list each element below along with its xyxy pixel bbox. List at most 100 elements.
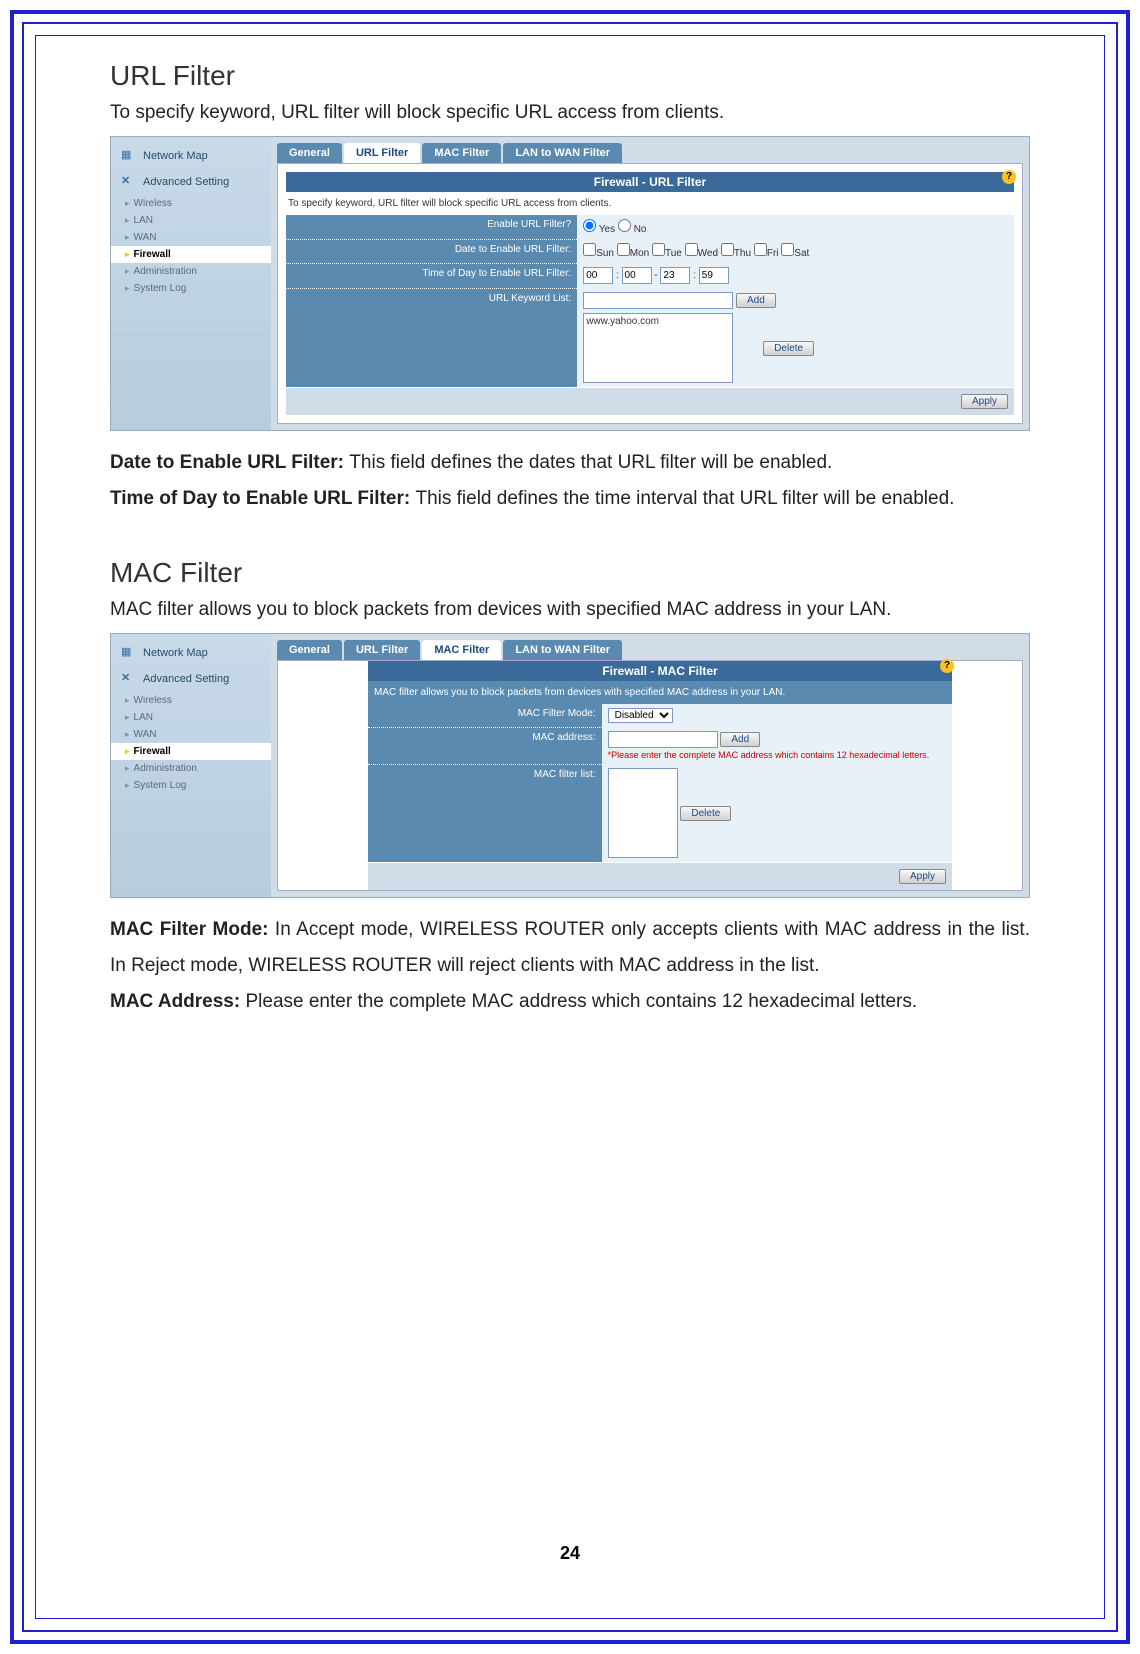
label-date: Date to Enable URL Filter: xyxy=(286,239,577,263)
apply-row: Apply xyxy=(368,863,952,890)
label-mode: MAC Filter Mode: xyxy=(368,704,602,727)
add-button[interactable]: Add xyxy=(736,293,776,308)
arrow-icon xyxy=(125,695,130,706)
url-filter-screenshot: Network Map Advanced Setting Wireless LA… xyxy=(110,136,1030,431)
def-mode: MAC Filter Mode: In Accept mode, WIRELES… xyxy=(110,912,1030,984)
sidebar-wan[interactable]: WAN xyxy=(111,726,271,743)
chk-tue[interactable] xyxy=(652,243,665,256)
page-number: 24 xyxy=(0,1543,1140,1564)
panel-desc: To specify keyword, URL filter will bloc… xyxy=(286,192,1014,215)
delete-button[interactable]: Delete xyxy=(763,341,814,356)
add-button[interactable]: Add xyxy=(720,732,760,747)
sidebar-firewall[interactable]: Firewall xyxy=(111,246,271,263)
sidebar-administration[interactable]: Administration xyxy=(111,263,271,280)
mac-filter-heading: MAC Filter xyxy=(110,557,1030,589)
nav-advanced[interactable]: Advanced Setting xyxy=(111,169,271,195)
main-panel: General URL Filter MAC Filter LAN to WAN… xyxy=(271,137,1029,430)
mode-select[interactable]: Disabled xyxy=(608,708,673,723)
keyword-list[interactable]: www.yahoo.com xyxy=(583,313,733,383)
field-date: Sun Mon Tue Wed Thu Fri Sat xyxy=(577,239,1014,263)
nav-network-map[interactable]: Network Map xyxy=(111,640,271,666)
form-table: MAC Filter Mode: Disabled MAC address: A… xyxy=(368,704,952,863)
url-filter-heading: URL Filter xyxy=(110,60,1030,92)
arrow-icon xyxy=(125,198,130,209)
sidebar-wireless[interactable]: Wireless xyxy=(111,195,271,212)
sidebar-lan[interactable]: LAN xyxy=(111,212,271,229)
panel-title: Firewall - MAC Filter ? xyxy=(368,661,952,681)
help-icon[interactable]: ? xyxy=(1002,170,1016,184)
label-addr: MAC address: xyxy=(368,727,602,764)
nav-network-map[interactable]: Network Map xyxy=(111,143,271,169)
arrow-icon xyxy=(125,283,130,294)
tab-mac-filter[interactable]: MAC Filter xyxy=(422,143,501,163)
time-m2[interactable] xyxy=(699,267,729,284)
advanced-icon xyxy=(121,174,137,190)
tab-url-filter[interactable]: URL Filter xyxy=(344,143,420,163)
tab-general[interactable]: General xyxy=(277,640,342,660)
apply-row: Apply xyxy=(286,388,1014,415)
nav-advanced[interactable]: Advanced Setting xyxy=(111,666,271,692)
radio-no[interactable] xyxy=(618,219,631,232)
label-enable: Enable URL Filter? xyxy=(286,215,577,239)
sidebar-lan[interactable]: LAN xyxy=(111,709,271,726)
label-time: Time of Day to Enable URL Filter: xyxy=(286,263,577,288)
delete-button[interactable]: Delete xyxy=(680,806,731,821)
sidebar-firewall[interactable]: Firewall xyxy=(111,743,271,760)
sidebar-wireless[interactable]: Wireless xyxy=(111,692,271,709)
tab-lan-wan[interactable]: LAN to WAN Filter xyxy=(503,143,622,163)
help-icon[interactable]: ? xyxy=(940,659,954,673)
chk-thu[interactable] xyxy=(721,243,734,256)
sidebar-wan[interactable]: WAN xyxy=(111,229,271,246)
label-list: MAC filter list: xyxy=(368,764,602,862)
chk-sat[interactable] xyxy=(781,243,794,256)
mac-note: *Please enter the complete MAC address w… xyxy=(608,750,946,760)
tab-mac-filter[interactable]: MAC Filter xyxy=(422,640,501,660)
panel-title: Firewall - URL Filter ? xyxy=(286,172,1014,192)
panel-desc: MAC filter allows you to block packets f… xyxy=(368,681,952,704)
chk-sun[interactable] xyxy=(583,243,596,256)
sidebar-administration[interactable]: Administration xyxy=(111,760,271,777)
chk-wed[interactable] xyxy=(685,243,698,256)
url-filter-desc: To specify keyword, URL filter will bloc… xyxy=(110,98,1030,128)
mac-list-box[interactable] xyxy=(608,768,678,858)
field-list: Delete xyxy=(602,764,952,862)
network-map-icon xyxy=(121,148,137,164)
sidebar: Network Map Advanced Setting Wireless LA… xyxy=(111,634,271,897)
chk-fri[interactable] xyxy=(754,243,767,256)
chk-mon[interactable] xyxy=(617,243,630,256)
apply-button[interactable]: Apply xyxy=(899,869,946,884)
nav-label: Network Map xyxy=(143,150,208,162)
apply-button[interactable]: Apply xyxy=(961,394,1008,409)
time-h2[interactable] xyxy=(660,267,690,284)
arrow-icon xyxy=(125,763,130,774)
arrow-icon xyxy=(125,780,130,791)
arrow-icon xyxy=(125,249,130,260)
sidebar-system-log[interactable]: System Log xyxy=(111,777,271,794)
field-enable: Yes No xyxy=(577,215,1014,239)
keyword-input[interactable] xyxy=(583,292,733,309)
tab-lan-wan[interactable]: LAN to WAN Filter xyxy=(503,640,622,660)
mac-filter-desc: MAC filter allows you to block packets f… xyxy=(110,595,1030,625)
panel-body: Firewall - URL Filter ? To specify keywo… xyxy=(277,163,1023,424)
arrow-icon xyxy=(125,712,130,723)
arrow-icon xyxy=(125,729,130,740)
field-list: Add www.yahoo.com Delete xyxy=(577,288,1014,387)
arrow-icon xyxy=(125,232,130,243)
tab-general[interactable]: General xyxy=(277,143,342,163)
sidebar: Network Map Advanced Setting Wireless LA… xyxy=(111,137,271,430)
sidebar-system-log[interactable]: System Log xyxy=(111,280,271,297)
time-m1[interactable] xyxy=(622,267,652,284)
network-map-icon xyxy=(121,645,137,661)
mac-section: MAC Filter MAC filter allows you to bloc… xyxy=(110,557,1030,1020)
form-table: Enable URL Filter? Yes No Date to Enable… xyxy=(286,215,1014,388)
panel-body: Firewall - MAC Filter ? MAC filter allow… xyxy=(277,660,1023,891)
tab-url-filter[interactable]: URL Filter xyxy=(344,640,420,660)
def-time: Time of Day to Enable URL Filter: This f… xyxy=(110,481,1030,517)
radio-yes[interactable] xyxy=(583,219,596,232)
tabs: General URL Filter MAC Filter LAN to WAN… xyxy=(277,640,1023,660)
arrow-icon xyxy=(125,215,130,226)
field-addr: Add *Please enter the complete MAC addre… xyxy=(602,727,952,764)
time-h1[interactable] xyxy=(583,267,613,284)
def-date: Date to Enable URL Filter: This field de… xyxy=(110,445,1030,481)
mac-input[interactable] xyxy=(608,731,718,748)
